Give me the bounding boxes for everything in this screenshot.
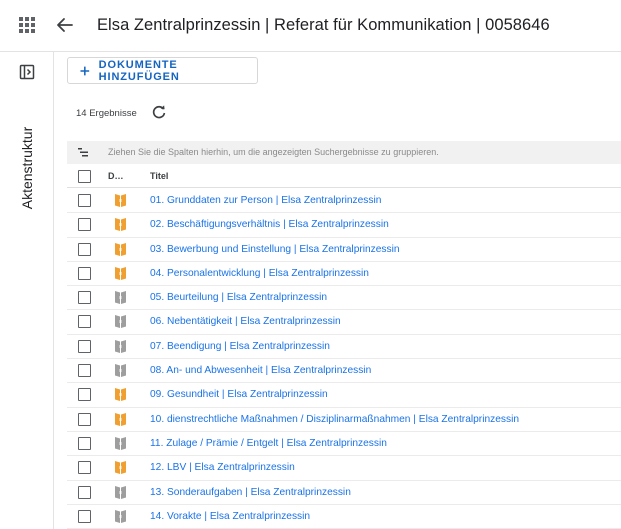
results-list: 01. Grunddaten zur Person | Elsa Zentral… xyxy=(67,189,621,529)
row-title-link[interactable]: 02. Beschäftigungsverhältnis | Elsa Zent… xyxy=(150,219,389,230)
table-row[interactable]: 03. Bewerbung und Einstellung | Elsa Zen… xyxy=(67,238,621,262)
folder-orange-icon xyxy=(115,194,126,207)
row-checkbox[interactable] xyxy=(78,315,91,329)
folder-gray-icon xyxy=(115,315,126,329)
folder-orange-icon xyxy=(115,218,126,232)
panel-toggle-icon[interactable] xyxy=(19,64,35,80)
folder-gray-icon xyxy=(115,339,126,353)
row-checkbox[interactable] xyxy=(78,436,91,450)
table-row[interactable]: 05. Beurteilung | Elsa Zentralprinzessin xyxy=(67,286,621,311)
group-drop-zone[interactable]: Ziehen Sie die Spalten hierhin, um die a… xyxy=(67,141,621,164)
row-title-link[interactable]: 11. Zulage / Prämie / Entgelt | Elsa Zen… xyxy=(150,438,387,449)
row-title-link[interactable]: 04. Personalentwicklung | Elsa Zentralpr… xyxy=(150,268,369,279)
row-checkbox[interactable] xyxy=(78,218,91,232)
row-checkbox[interactable] xyxy=(78,339,91,353)
group-hint-text: Ziehen Sie die Spalten hierhin, um die a… xyxy=(108,147,439,157)
row-title-link[interactable]: 01. Grunddaten zur Person | Elsa Zentral… xyxy=(150,195,381,206)
row-title-link[interactable]: 10. dienstrechtliche Maßnahmen / Diszipl… xyxy=(150,414,519,425)
folder-orange-icon xyxy=(115,266,126,280)
folder-orange-icon xyxy=(115,242,126,256)
column-header-d[interactable]: D… xyxy=(108,171,124,181)
table-row[interactable]: 12. LBV | Elsa Zentralprinzessin xyxy=(67,456,621,481)
folder-orange-icon xyxy=(115,412,126,426)
table-row[interactable]: 02. Beschäftigungsverhältnis | Elsa Zent… xyxy=(67,213,621,238)
table-row[interactable]: 10. dienstrechtliche Maßnahmen / Diszipl… xyxy=(67,408,621,432)
group-by-icon xyxy=(78,148,88,157)
table-row[interactable]: 11. Zulage / Prämie / Entgelt | Elsa Zen… xyxy=(67,432,621,457)
row-title-link[interactable]: 06. Nebentätigkeit | Elsa Zentralprinzes… xyxy=(150,316,341,327)
row-title-link[interactable]: 12. LBV | Elsa Zentralprinzessin xyxy=(150,462,295,473)
table-row[interactable]: 13. Sonderaufgaben | Elsa Zentralprinzes… xyxy=(67,481,621,505)
results-count: 14 Ergebnisse xyxy=(76,108,137,119)
table-row[interactable]: 04. Personalentwicklung | Elsa Zentralpr… xyxy=(67,262,621,287)
row-checkbox[interactable] xyxy=(78,291,91,305)
table-row[interactable]: 06. Nebentätigkeit | Elsa Zentralprinzes… xyxy=(67,310,621,335)
top-app-bar: Elsa Zentralprinzessin | Referat für Kom… xyxy=(0,0,621,52)
row-title-link[interactable]: 09. Gesundheit | Elsa Zentralprinzessin xyxy=(150,389,328,400)
table-row[interactable]: 08. An- und Abwesenheit | Elsa Zentralpr… xyxy=(67,359,621,384)
folder-orange-icon xyxy=(115,461,126,475)
folder-orange-icon xyxy=(115,388,126,402)
table-row[interactable]: 01. Grunddaten zur Person | Elsa Zentral… xyxy=(67,189,621,214)
row-checkbox[interactable] xyxy=(78,509,91,523)
folder-gray-icon xyxy=(115,364,126,378)
refresh-icon[interactable] xyxy=(151,104,167,120)
side-rail: Aktenstruktur xyxy=(0,52,54,529)
row-title-link[interactable]: 08. An- und Abwesenheit | Elsa Zentralpr… xyxy=(150,365,371,376)
row-checkbox[interactable] xyxy=(78,242,91,256)
column-header-title[interactable]: Titel xyxy=(150,171,168,181)
row-title-link[interactable]: 13. Sonderaufgaben | Elsa Zentralprinzes… xyxy=(150,487,351,498)
folder-gray-icon xyxy=(115,509,126,523)
folder-gray-icon xyxy=(115,436,126,450)
row-checkbox[interactable] xyxy=(78,266,91,280)
page-title: Elsa Zentralprinzessin | Referat für Kom… xyxy=(97,16,550,34)
row-title-link[interactable]: 05. Beurteilung | Elsa Zentralprinzessin xyxy=(150,292,327,303)
row-title-link[interactable]: 14. Vorakte | Elsa Zentralprinzessin xyxy=(150,511,310,522)
row-checkbox[interactable] xyxy=(78,485,91,499)
table-row[interactable]: 09. Gesundheit | Elsa Zentralprinzessin xyxy=(67,383,621,408)
table-row[interactable]: 07. Beendigung | Elsa Zentralprinzessin xyxy=(67,335,621,360)
add-documents-button[interactable]: DOKUMENTE HINZUFÜGEN xyxy=(67,57,258,84)
main-content: DOKUMENTE HINZUFÜGEN 14 Ergebnisse Ziehe… xyxy=(55,52,621,529)
folder-gray-icon xyxy=(115,485,126,499)
select-all-checkbox[interactable] xyxy=(78,170,91,183)
add-documents-label: DOKUMENTE HINZUFÜGEN xyxy=(98,58,180,83)
plus-icon xyxy=(80,66,90,75)
row-title-link[interactable]: 03. Bewerbung und Einstellung | Elsa Zen… xyxy=(150,244,400,255)
row-checkbox[interactable] xyxy=(78,194,91,207)
rail-label: Aktenstruktur xyxy=(19,126,35,210)
folder-gray-icon xyxy=(115,291,126,305)
tab-aktenstruktur[interactable]: Aktenstruktur xyxy=(6,98,48,238)
row-title-link[interactable]: 07. Beendigung | Elsa Zentralprinzessin xyxy=(150,341,330,352)
row-checkbox[interactable] xyxy=(78,412,91,426)
row-checkbox[interactable] xyxy=(78,388,91,402)
row-checkbox[interactable] xyxy=(78,364,91,378)
grid-header: D… Titel xyxy=(67,165,621,188)
table-row[interactable]: 14. Vorakte | Elsa Zentralprinzessin xyxy=(67,505,621,529)
row-checkbox[interactable] xyxy=(78,461,91,475)
arrow-back-icon[interactable] xyxy=(55,14,75,36)
apps-grid-icon[interactable] xyxy=(19,17,35,33)
